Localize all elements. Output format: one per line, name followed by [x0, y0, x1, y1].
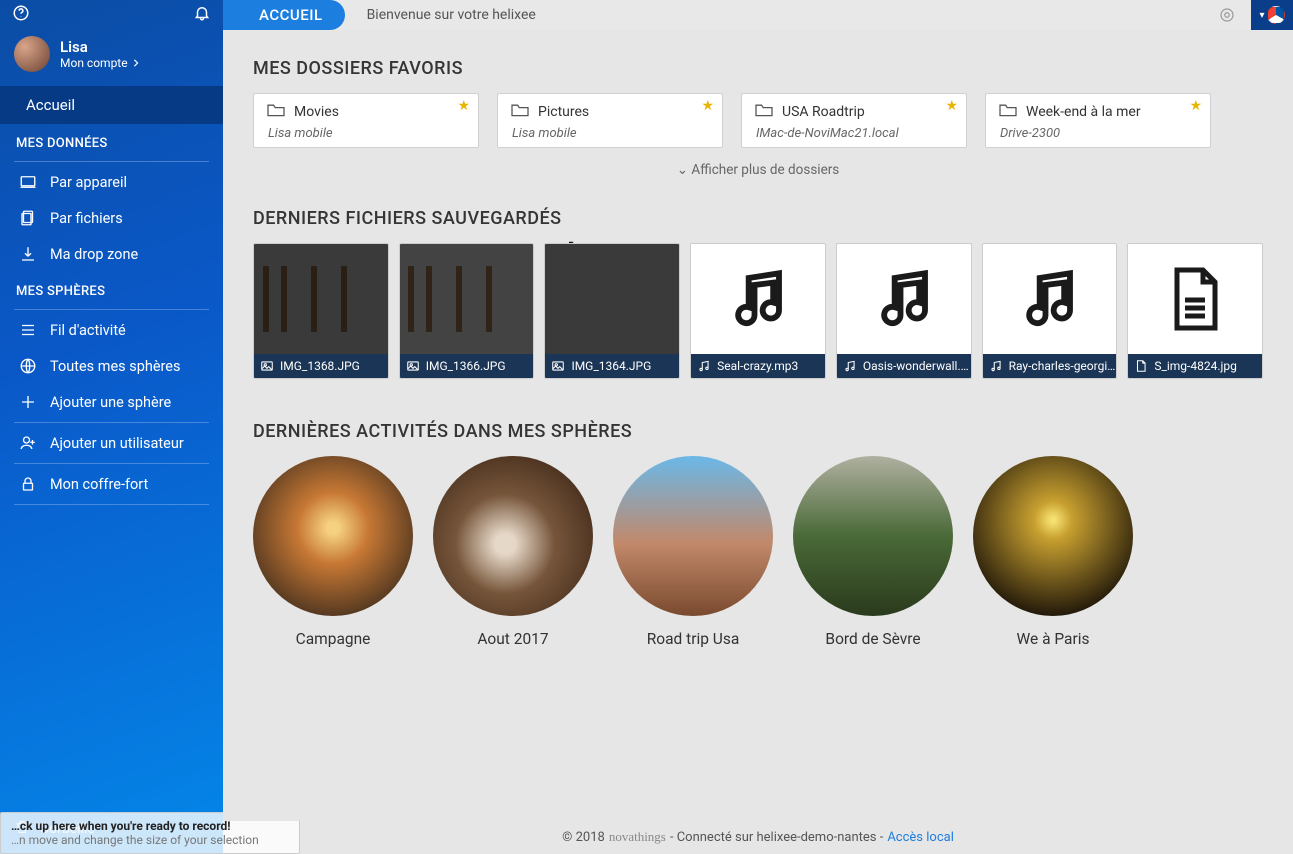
file-card[interactable]: S_img-4824.jpg	[1127, 243, 1263, 379]
show-more-folders[interactable]: Afficher plus de dossiers	[253, 148, 1263, 198]
favorites-row: ★ Movies Lisa mobile ★ Pictures Lisa mob…	[253, 93, 1263, 148]
favorite-device: IMac-de-NoviMac21.local	[756, 126, 954, 141]
star-icon: ★	[1189, 98, 1202, 114]
sphere-card[interactable]: Campagne	[253, 456, 413, 648]
favorite-folder[interactable]: ★ Movies Lisa mobile	[253, 93, 479, 148]
topbar: ACCUEIL Bienvenue sur votre helixee ▾	[223, 0, 1293, 30]
sphere-card[interactable]: Bord de Sèvre	[793, 456, 953, 648]
music-icon	[697, 359, 711, 373]
sphere-image	[253, 456, 413, 616]
plus-icon	[18, 392, 38, 412]
photo-icon	[406, 359, 420, 373]
nav-home[interactable]: Accueil	[0, 86, 223, 124]
image-thumbnail	[545, 244, 679, 354]
files-icon	[18, 208, 38, 228]
file-card[interactable]: IMG_1368.JPG	[253, 243, 389, 379]
chevron-right-icon	[132, 59, 140, 67]
nav-add-sphere[interactable]: Ajouter une sphère	[0, 384, 223, 420]
file-card[interactable]: IMG_1366.JPG	[399, 243, 535, 379]
music-icon	[989, 359, 1003, 373]
nav-add-user[interactable]: Ajouter un utilisateur	[0, 425, 223, 461]
sphere-image	[433, 456, 593, 616]
section-my-data: MES DONNÉES	[0, 124, 223, 159]
footer: © 2018 novathings - Connecté sur helixee…	[223, 821, 1293, 853]
profile-block[interactable]: Lisa Mon compte	[0, 30, 223, 86]
music-thumbnail	[691, 244, 825, 354]
document-icon	[1134, 359, 1148, 373]
music-icon	[843, 359, 857, 373]
image-thumbnail	[400, 244, 534, 354]
photo-icon	[551, 359, 565, 373]
user-name: Lisa	[60, 38, 140, 56]
doc-thumbnail	[1128, 244, 1262, 354]
favorite-device: Lisa mobile	[512, 126, 710, 141]
sphere-card[interactable]: Road trip Usa	[613, 456, 773, 648]
dropzone-icon	[18, 244, 38, 264]
music-thumbnail	[983, 244, 1117, 354]
list-icon	[18, 320, 38, 340]
file-card[interactable]: IMG_1364.JPG	[544, 243, 680, 379]
nav-vault[interactable]: Mon coffre-fort	[0, 466, 223, 502]
device-icon	[18, 172, 38, 192]
files-row: IMG_1368.JPG IMG_1366.JPG IMG_1364.JPG S…	[253, 243, 1263, 379]
favorite-device: Lisa mobile	[268, 126, 466, 141]
add-user-icon	[18, 433, 38, 453]
folder-icon	[510, 102, 530, 122]
sphere-image	[973, 456, 1133, 616]
flag-france-icon	[1267, 6, 1285, 24]
main-area: ACCUEIL Bienvenue sur votre helixee ▾ ↖ …	[223, 0, 1293, 853]
nav-by-files[interactable]: Par fichiers	[0, 200, 223, 236]
favorite-folder[interactable]: ★ Week-end à la mer Drive-2300	[985, 93, 1211, 148]
nav-dropzone[interactable]: Ma drop zone	[0, 236, 223, 272]
brand-logo: novathings	[609, 829, 666, 845]
heading-spheres: DERNIÈRES ACTIVITÉS DANS MES SPHÈRES	[253, 421, 1263, 442]
star-icon: ★	[701, 98, 714, 114]
music-icon	[1014, 264, 1084, 334]
spheres-row: Campagne Aout 2017 Road trip Usa Bord de…	[253, 456, 1263, 648]
avatar	[14, 36, 50, 72]
heading-recent-files: DERNIERS FICHIERS SAUVEGARDÉS	[253, 208, 1263, 229]
lock-icon	[18, 474, 38, 494]
account-link[interactable]: Mon compte	[60, 56, 140, 70]
file-card[interactable]: Seal-crazy.mp3	[690, 243, 826, 379]
file-card[interactable]: Oasis-wonderwall.…	[836, 243, 972, 379]
nav-all-spheres[interactable]: Toutes mes sphères	[0, 348, 223, 384]
help-icon[interactable]	[12, 4, 30, 26]
content: ↖ MES DOSSIERS FAVORIS ★ Movies Lisa mob…	[223, 30, 1293, 821]
sphere-image	[613, 456, 773, 616]
section-my-spheres: MES SPHÈRES	[0, 272, 223, 307]
target-icon[interactable]	[1215, 3, 1239, 27]
sphere-card[interactable]: We à Paris	[973, 456, 1133, 648]
star-icon: ★	[457, 98, 470, 114]
chevron-down-icon: ▾	[1259, 10, 1264, 21]
photo-icon	[260, 359, 274, 373]
sphere-card[interactable]: Aout 2017	[433, 456, 593, 648]
sidebar: Lisa Mon compte Accueil MES DONNÉES Par …	[0, 0, 223, 853]
folder-icon	[266, 102, 286, 122]
image-thumbnail	[254, 244, 388, 354]
document-icon	[1160, 264, 1230, 334]
folder-icon	[754, 102, 774, 122]
language-switcher[interactable]: ▾	[1251, 0, 1293, 30]
music-icon	[723, 264, 793, 334]
local-access-link[interactable]: Accès local	[887, 830, 954, 845]
bell-icon[interactable]	[193, 4, 211, 26]
music-icon	[869, 264, 939, 334]
favorite-folder[interactable]: ★ Pictures Lisa mobile	[497, 93, 723, 148]
nav-by-device[interactable]: Par appareil	[0, 164, 223, 200]
globe-icon	[18, 356, 38, 376]
star-icon: ★	[945, 98, 958, 114]
folder-icon	[998, 102, 1018, 122]
nav-activity-feed[interactable]: Fil d'activité	[0, 312, 223, 348]
heading-favorites: MES DOSSIERS FAVORIS	[253, 58, 1263, 79]
music-thumbnail	[837, 244, 971, 354]
active-tab[interactable]: ACCUEIL	[223, 0, 345, 30]
sphere-image	[793, 456, 953, 616]
favorite-device: Drive-2300	[1000, 126, 1198, 141]
favorite-folder[interactable]: ★ USA Roadtrip IMac-de-NoviMac21.local	[741, 93, 967, 148]
welcome-text: Bienvenue sur votre helixee	[367, 7, 536, 23]
file-card[interactable]: Ray-charles-georgi…	[982, 243, 1118, 379]
